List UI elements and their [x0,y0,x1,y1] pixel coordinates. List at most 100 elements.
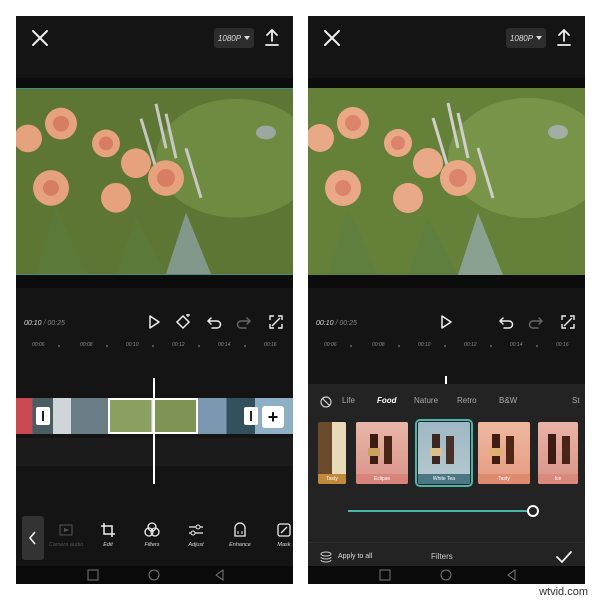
filter-thumbnails: Tasty Eclipse White Tea Tasty Ice [308,419,585,487]
playhead[interactable] [153,378,155,484]
filter-panel: Life Food Nature Retro B&W St Tasty Ecli… [308,384,585,584]
ruler-tick: 00:12 [464,342,477,348]
caret-down-icon [536,36,543,40]
check-icon[interactable] [556,550,572,564]
trim-handle-right[interactable] [244,407,258,425]
current-time: 00:10 [316,320,334,327]
tool-mask[interactable]: Mask [262,522,293,548]
filter-category-tabs: Life Food Nature Retro B&W St [308,396,585,412]
close-icon[interactable] [30,28,50,48]
filter-label: Eclipse [356,474,408,484]
redo-icon[interactable] [236,314,252,330]
ruler-tick: 00:14 [510,342,523,348]
enhance-icon [234,522,246,537]
resolution-selector[interactable]: 1080P [214,28,254,48]
caret-down-icon [244,36,251,40]
filter-thumbnail[interactable]: White Tea [415,419,473,487]
resolution-label: 1080P [217,33,242,43]
toolbar-back-button[interactable] [22,516,44,560]
ruler-tick: 00:08 [80,342,93,348]
adjust-sliders-icon [189,524,203,536]
time-separator: / [335,320,338,327]
close-icon[interactable] [322,28,342,48]
fullscreen-icon[interactable] [268,314,284,330]
tool-filters[interactable]: Filters [130,522,174,548]
filter-label: Tasty [478,474,530,484]
tool-edit[interactable]: Edit [86,522,130,548]
tab-food[interactable]: Food [377,396,397,405]
total-time: 00:25 [339,320,357,327]
timecode: 00:10 / 00:25 [316,320,357,327]
ruler-dot [398,345,400,347]
keyframe-icon[interactable] [175,314,191,330]
tool-label: Mask [277,542,291,548]
tab-nature[interactable]: Nature [414,396,438,405]
playhead[interactable] [445,376,447,384]
export-icon[interactable] [556,28,572,48]
timeline-ruler: 00:06 00:08 00:10 00:12 00:14 00:16 [16,342,293,352]
top-bar: 1080P [16,16,293,78]
tool-label: Camera audio [48,542,84,548]
ruler-tick: 00:12 [172,342,185,348]
play-icon[interactable] [438,314,454,330]
tool-camera-audio[interactable]: Camera audio [44,522,88,548]
filter-intensity-knob[interactable] [527,505,539,517]
panel-title: Filters [431,552,453,561]
apply-to-all-button[interactable]: Apply to all [338,553,372,560]
ruler-tick: 00:16 [264,342,277,348]
play-icon[interactable] [146,314,162,330]
filter-thumbnail[interactable]: Tasty [478,422,530,484]
export-icon[interactable] [264,28,280,48]
ruler-dot [490,345,492,347]
ruler-dot [350,345,352,347]
ruler-dot [106,345,108,347]
resolution-selector[interactable]: 1080P [506,28,546,48]
tool-label: Edit [103,542,113,548]
total-time: 00:25 [47,320,65,327]
undo-icon[interactable] [498,314,514,330]
ruler-dot [444,345,446,347]
ruler-dot [536,345,538,347]
system-nav-bar [16,566,293,584]
bottle-icon [490,434,514,464]
mask-icon [277,523,291,537]
fullscreen-icon[interactable] [560,314,576,330]
filter-label: White Tea [418,474,470,484]
tool-label: Enhance [229,542,251,548]
layers-icon[interactable] [320,551,332,563]
tab-retro[interactable]: Retro [457,396,477,405]
filter-thumbnail[interactable]: Tasty [318,422,346,484]
tool-enhance[interactable]: Enhance [218,522,262,548]
bottom-toolbar: Camera audio Edit Filters Adjust Enhance… [16,512,293,564]
ruler-tick: 00:06 [324,342,337,348]
video-clip[interactable] [16,398,108,434]
undo-icon[interactable] [206,314,222,330]
filter-thumbnail[interactable]: Ice [538,422,578,484]
ruler-tick: 00:08 [372,342,385,348]
timeline-ruler: 00:06 00:08 00:10 00:12 00:14 00:16 [308,342,585,352]
system-nav-bar [308,566,585,584]
crop-icon [101,523,115,537]
nav-buttons-icon [87,569,224,581]
bottle-icon [548,434,570,464]
trim-handle-left[interactable] [36,407,50,425]
filter-intensity-track[interactable] [348,510,530,512]
ruler-tick: 00:10 [418,342,431,348]
tab-st[interactable]: St [572,396,580,405]
tab-bw[interactable]: B&W [499,396,517,405]
filters-icon [144,522,160,537]
top-bar: 1080P [308,16,585,78]
ruler-tick: 00:06 [32,342,45,348]
timecode: 00:10 / 00:25 [24,320,65,327]
ruler-tick: 00:16 [556,342,569,348]
tool-adjust[interactable]: Adjust [174,522,218,548]
redo-icon[interactable] [528,314,544,330]
video-preview [308,88,585,275]
tool-label: Filters [144,542,160,548]
tab-life[interactable]: Life [342,396,355,405]
filter-thumbnail[interactable]: Eclipse [356,422,408,484]
tool-label: Adjust [188,542,204,548]
add-clip-button[interactable]: + [262,406,284,428]
ruler-dot [58,345,60,347]
left-editor-screen: 1080P 00:10 / 00:25 00:06 00:08 00:10 00… [16,16,293,584]
